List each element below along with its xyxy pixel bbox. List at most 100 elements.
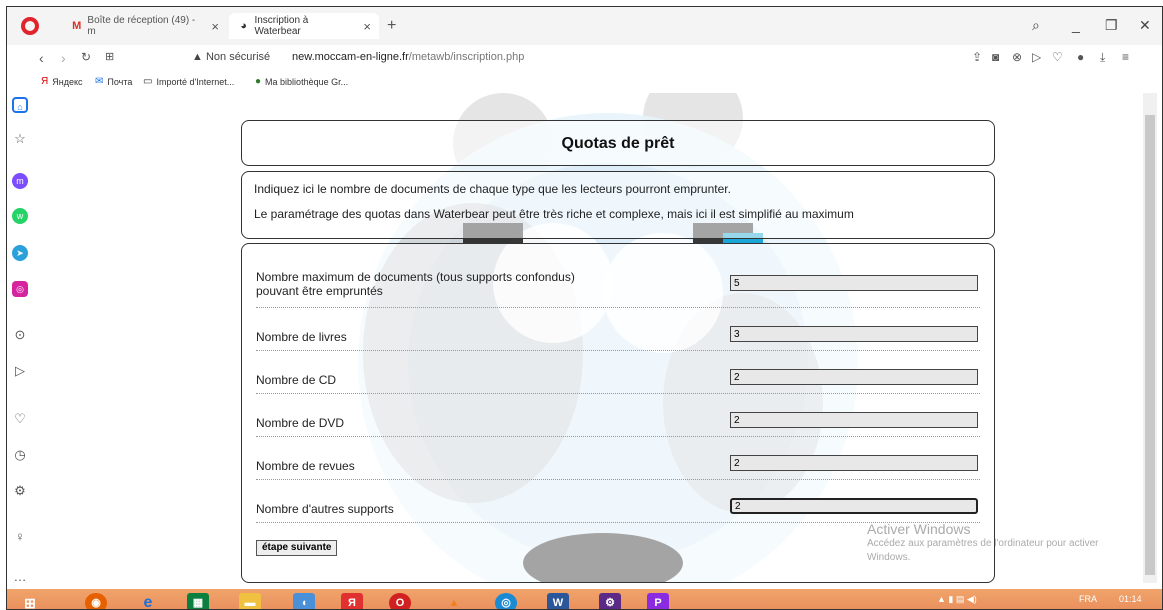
magazines-input[interactable] — [730, 455, 978, 471]
settings-icon[interactable]: ⚙ — [12, 483, 28, 499]
whatsapp-icon[interactable]: w — [12, 208, 28, 224]
camera-icon[interactable]: ◙ — [992, 50, 999, 64]
instagram-icon[interactable]: ◎ — [12, 281, 28, 297]
field-label: Nombre de CD — [256, 373, 337, 387]
messenger-icon[interactable]: m — [12, 173, 28, 189]
yandex-icon: Я — [41, 76, 49, 87]
vertical-scrollbar[interactable] — [1143, 93, 1157, 583]
url-path: /metawb/inscription.php — [408, 51, 525, 63]
bookmark-library[interactable]: ● Ma bibliothèque Gr... — [255, 76, 348, 87]
url-domain: new.moccam-en-ligne.fr — [292, 51, 409, 63]
opera-menu-icon[interactable] — [21, 17, 39, 35]
dvd-input[interactable] — [730, 412, 978, 428]
minimize-icon[interactable]: _ — [1072, 17, 1080, 33]
bookmark-label: Почта — [107, 76, 133, 87]
address-bar: ‹ › ↻ ⊞ ▲ Non sécurisé new.moccam-en-lig… — [7, 45, 1162, 71]
mail-icon: ✉ — [95, 76, 104, 87]
system-tray-icons[interactable]: ▲ ▮ ▤ ◀) — [937, 594, 977, 605]
field-label: Nombre de DVD — [256, 416, 345, 430]
form-row-cd: Nombre de CD — [256, 351, 980, 394]
word-icon[interactable]: W — [547, 593, 569, 609]
store-icon[interactable]: ▦ — [187, 593, 209, 609]
url-field[interactable]: new.moccam-en-ligne.fr/metawb/inscriptio… — [292, 51, 524, 63]
bookmarks-bar: Я Яндекс ✉ Почта ▭ Importé d'Internet... ● M… — [7, 71, 1162, 93]
bookmark-label: Importé d'Internet... — [156, 76, 235, 87]
home-icon[interactable]: ⌂ — [12, 97, 28, 113]
reload-icon[interactable]: ↻ — [81, 50, 91, 64]
cd-input[interactable] — [730, 369, 978, 385]
bookmark-pochta[interactable]: ✉ Почта — [95, 76, 132, 87]
media-icon[interactable]: ◖ — [293, 593, 315, 609]
form-row-magazines: Nombre de revues — [256, 437, 980, 480]
back-icon[interactable]: ‹ — [39, 50, 44, 66]
tab-bar: M Boîte de réception (49) - m × ◕ Inscri… — [7, 7, 1162, 45]
pinboard-heart-icon[interactable]: ♡ — [12, 411, 28, 427]
scrollbar-thumb[interactable] — [1145, 115, 1155, 575]
send-icon[interactable]: ▷ — [1032, 50, 1041, 64]
waterbear-favicon-icon: ◕ — [240, 20, 248, 32]
form-row-max-documents: Nombre maximum de documents (tous suppor… — [256, 262, 980, 308]
profile-icon[interactable]: ● — [1077, 50, 1084, 64]
field-label: Nombre de livres — [256, 330, 347, 344]
player-icon[interactable]: ⊙ — [12, 327, 28, 343]
tab-gmail[interactable]: M Boîte de réception (49) - m × — [62, 13, 227, 39]
windows-taskbar: ⊞ ◉ e ▦ ▬ ◖ Я O ▲ ◎ W ⚙ P ▲ ▮ ▤ ◀) FRA 0… — [7, 589, 1162, 609]
form-row-dvd: Nombre de DVD — [256, 394, 980, 437]
tips-lightbulb-icon[interactable]: ♀ — [12, 529, 28, 545]
page-content: Quotas de prêt Indiquez ici le nombre de… — [33, 93, 1143, 583]
tab-label: Boîte de réception (49) - m — [87, 15, 196, 37]
history-icon[interactable]: ◷ — [12, 447, 28, 463]
max-documents-input[interactable] — [730, 275, 978, 291]
form-row-books: Nombre de livres — [256, 308, 980, 351]
bookmark-imported[interactable]: ▭ Importé d'Internet... — [143, 76, 234, 87]
security-label: Non sécurisé — [205, 51, 271, 63]
download-icon[interactable]: ⤓ — [1100, 50, 1105, 65]
next-step-button[interactable]: étape suivante — [256, 540, 338, 556]
language-indicator[interactable]: FRA — [1079, 594, 1097, 604]
form-row-other-media: Nombre d'autres supports — [256, 480, 980, 523]
new-tab-icon[interactable]: + — [387, 17, 396, 35]
file-explorer-icon[interactable]: ▬ — [239, 593, 261, 609]
close-tab-icon[interactable]: × — [211, 19, 219, 34]
share-icon[interactable]: ⇪ — [972, 50, 982, 64]
activation-title: Activer Windows — [867, 521, 971, 537]
clock[interactable]: 01:14 — [1119, 594, 1142, 604]
settings-app-icon[interactable]: ⚙ — [599, 593, 621, 609]
opera-taskbar-icon[interactable]: O — [389, 593, 411, 609]
easy-setup-icon[interactable]: ≡ — [1122, 50, 1129, 64]
bookmarks-star-icon[interactable]: ☆ — [12, 131, 28, 147]
vlc-icon[interactable]: ▲ — [443, 593, 465, 609]
more-icon[interactable]: … — [12, 569, 28, 585]
windows-start-icon[interactable]: ⊞ — [19, 593, 41, 609]
adblock-icon[interactable]: ⊗ — [1012, 50, 1022, 64]
books-input[interactable] — [730, 326, 978, 342]
folder-icon: ▭ — [143, 76, 153, 87]
forward-icon[interactable]: › — [61, 50, 66, 66]
tab-waterbear[interactable]: ◕ Inscription à Waterbear × — [229, 13, 379, 39]
field-label: Nombre de revues — [256, 459, 355, 473]
gmail-icon: M — [72, 20, 82, 32]
bookmark-label: Яндекс — [52, 76, 83, 87]
close-window-icon[interactable]: ✕ — [1139, 17, 1151, 34]
yandex-browser-icon[interactable]: Я — [341, 593, 363, 609]
other-media-input[interactable] — [730, 498, 978, 514]
close-tab-icon[interactable]: × — [363, 19, 371, 34]
search-tabs-icon[interactable]: ⌕ — [1032, 17, 1040, 34]
restore-icon[interactable]: ❐ — [1105, 17, 1118, 34]
telegram-icon[interactable]: ➤ — [12, 245, 28, 261]
bookmark-yandex[interactable]: Я Яндекс — [41, 76, 83, 87]
opera-sidebar: ⌂ ☆ m w ➤ ◎ ⊙ ▷ ♡ ◷ ⚙ ♀ … — [7, 93, 33, 585]
onenote-icon[interactable]: P — [647, 593, 669, 609]
tab-label: Inscription à Waterbear — [254, 15, 309, 37]
edge-icon[interactable]: e — [137, 593, 159, 609]
speed-dial-icon[interactable]: ⊞ — [105, 50, 114, 63]
security-indicator[interactable]: ▲ Non sécurisé — [192, 51, 270, 63]
intro-panel: Indiquez ici le nombre de documents de c… — [241, 171, 995, 239]
windows-activation-notice: Activer Windows Accédez aux paramètres d… — [867, 521, 1127, 565]
field-label: Nombre maximum de documents (tous suppor… — [256, 270, 575, 298]
heart-icon[interactable]: ♡ — [1052, 50, 1063, 64]
chrome-icon[interactable]: ◎ — [495, 593, 517, 609]
firefox-icon[interactable]: ◉ — [85, 593, 107, 609]
field-label: Nombre d'autres supports — [256, 502, 394, 516]
flow-icon[interactable]: ▷ — [12, 363, 28, 379]
